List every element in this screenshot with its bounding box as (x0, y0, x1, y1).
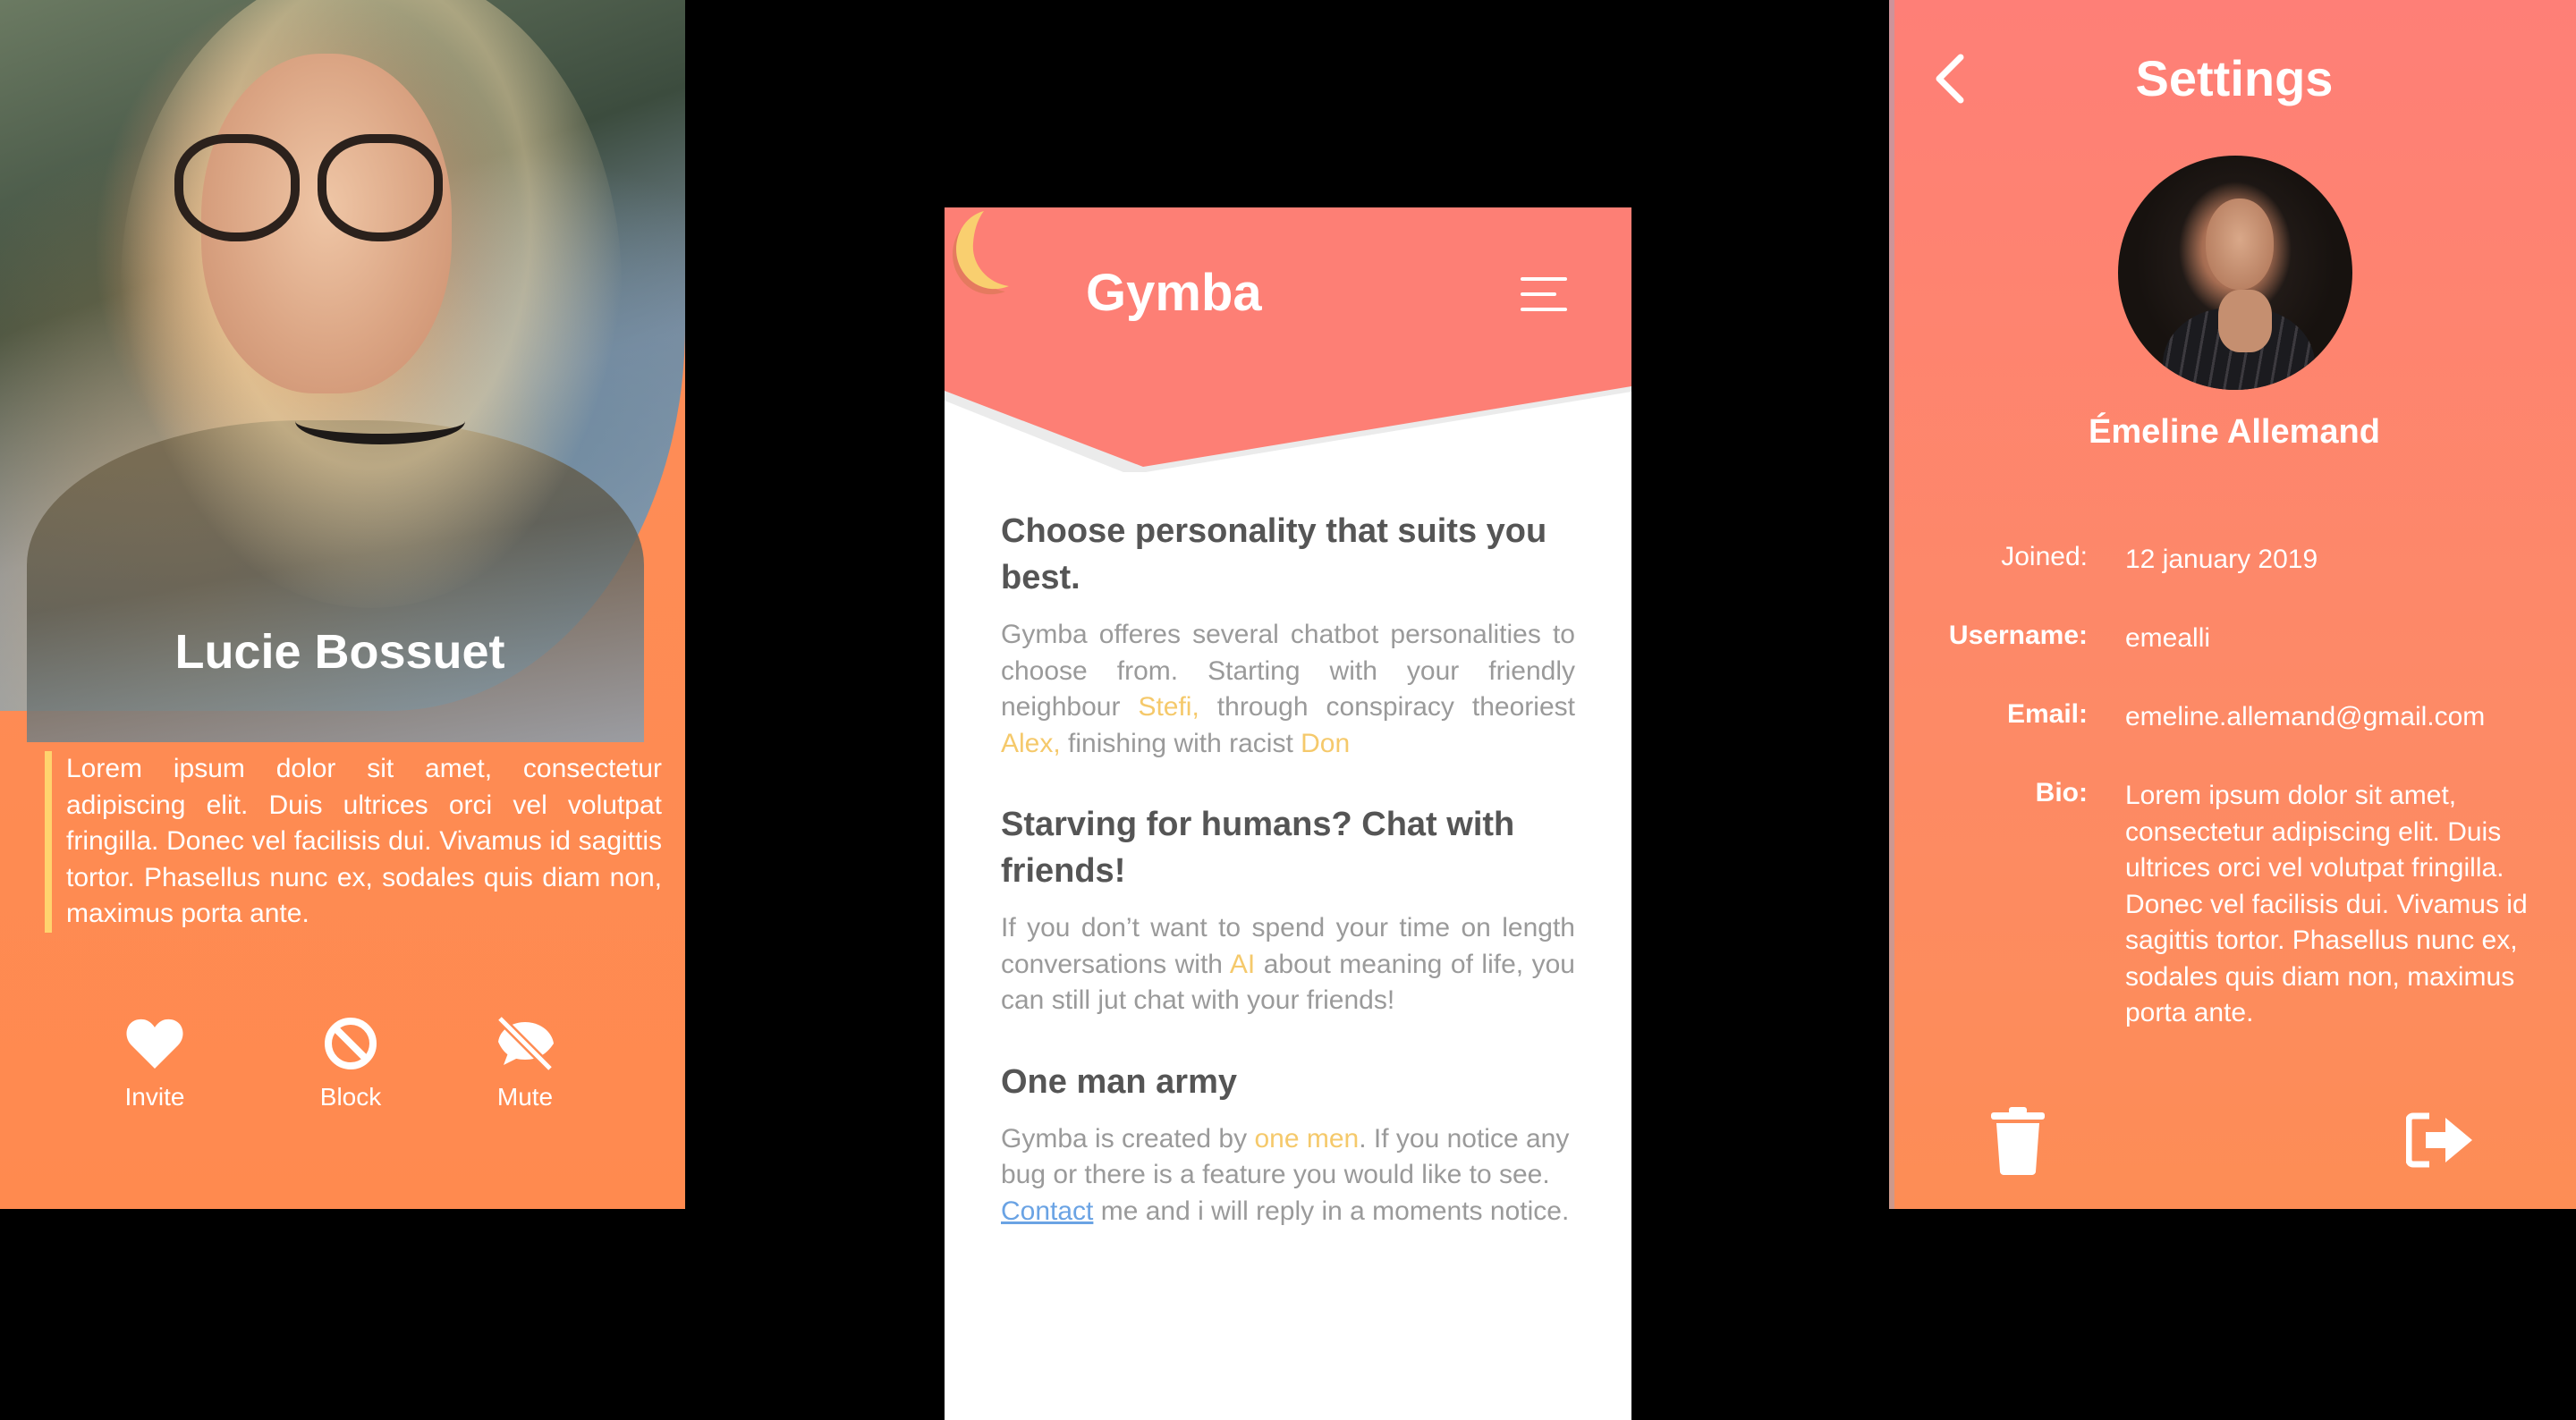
section-one-man-army: One man army Gymba is created by one men… (1001, 1059, 1575, 1230)
gymba-brand[interactable]: Gymba (1086, 263, 1262, 323)
profile-screen: Lucie Bossuet Lorem ipsum dolor sit amet… (0, 0, 685, 1209)
block-icon (325, 1018, 377, 1069)
highlight-don: Don (1301, 728, 1351, 758)
sign-out-icon[interactable] (2406, 1112, 2476, 1168)
mute-icon (496, 1015, 554, 1072)
screen-edge (1889, 0, 1894, 1209)
trash-icon[interactable] (1987, 1105, 2048, 1175)
field-label: Bio: (2035, 778, 2088, 807)
heart-icon (126, 1019, 183, 1069)
section-friends: Starving for humans? Chat with friends! … (1001, 801, 1575, 1019)
header-background (945, 207, 1631, 472)
block-label: Block (319, 1083, 382, 1111)
contact-link[interactable]: Contact (1001, 1196, 1093, 1226)
field-label: Email: (2006, 699, 2088, 729)
photo-choker (295, 398, 465, 444)
avatar[interactable] (2118, 156, 2352, 390)
field-value: 12 january 2019 (2125, 545, 2318, 574)
section-text: Gymba is created by one men. If you noti… (1001, 1123, 1570, 1226)
profile-bio: Lorem ipsum dolor sit amet, consectetur … (45, 751, 662, 933)
field-label: Username: (1948, 621, 2088, 650)
gymba-screen: Gymba Choose personality that suits you … (945, 207, 1631, 1420)
mute-button[interactable]: Mute (453, 1015, 597, 1111)
photo-glasses (174, 134, 443, 241)
avatar-head (2206, 199, 2274, 290)
profile-photo (0, 0, 685, 742)
highlight-ai: AI (1229, 949, 1256, 979)
block-button[interactable]: Block (279, 1015, 422, 1111)
field-value[interactable]: Lorem ipsum dolor sit amet, consectetur … (2125, 778, 2555, 1032)
section-text: If you don’t want to spend your time on … (1001, 913, 1575, 1015)
hamburger-icon[interactable] (1521, 274, 1567, 315)
profile-actions: Invite Block Mute (0, 1015, 685, 1122)
highlight-one-men: one men (1254, 1123, 1360, 1154)
avatar-hands (2218, 290, 2272, 352)
gymba-header: Gymba (945, 207, 1631, 476)
mute-label: Mute (496, 1083, 554, 1111)
field-value[interactable]: emealli (2125, 621, 2555, 657)
invite-label: Invite (124, 1083, 185, 1111)
settings-screen: Settings Émeline Allemand Joined: 12 jan… (1889, 0, 2576, 1209)
section-personality: Choose personality that suits you best. … (1001, 508, 1575, 762)
section-heading: Choose personality that suits you best. (1001, 512, 1547, 596)
user-full-name: Émeline Allemand (2089, 413, 2380, 451)
highlight-stefi: Stefi, (1138, 692, 1199, 722)
page-title: Settings (2135, 50, 2334, 106)
profile-name: Lucie Bossuet (174, 625, 505, 679)
section-text: Gymba offeres several chatbot personalit… (1001, 620, 1575, 758)
invite-button[interactable]: Invite (83, 1015, 226, 1111)
field-label: Joined: (2001, 542, 2088, 571)
gymba-content: Choose personality that suits you best. … (1001, 508, 1575, 1230)
gymba-logo-icon (953, 211, 1009, 295)
highlight-alex: Alex, (1001, 728, 1061, 758)
section-heading: Starving for humans? Chat with friends! (1001, 806, 1515, 890)
section-heading: One man army (1001, 1062, 1237, 1101)
field-value[interactable]: emeline.allemand@gmail.com (2125, 699, 2555, 736)
